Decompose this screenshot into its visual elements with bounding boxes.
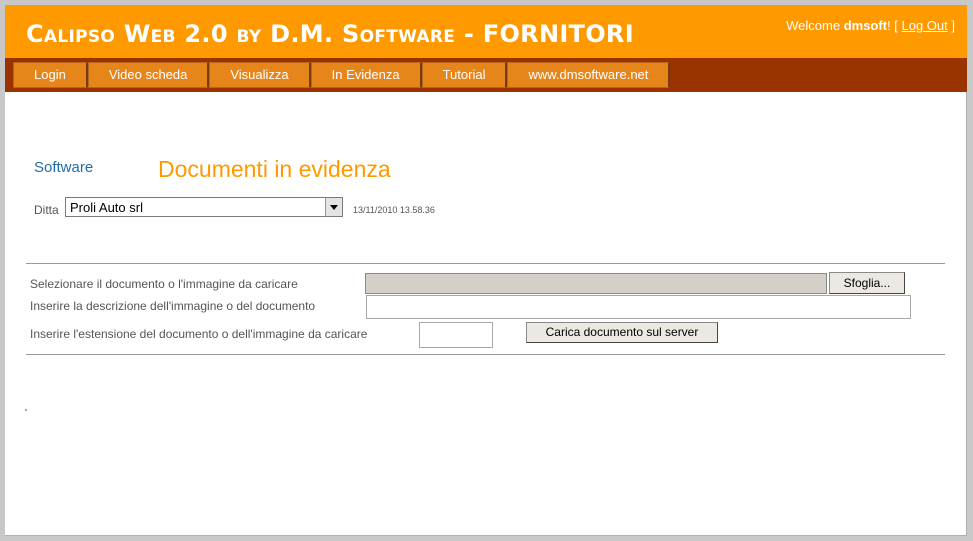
menu-item-login[interactable]: Login: [13, 62, 88, 88]
upload-button[interactable]: Carica documento sul server: [526, 322, 718, 343]
nav-menu: Login Video scheda Visualizza In Evidenz…: [13, 62, 671, 88]
ditta-label: Ditta: [34, 203, 59, 217]
extension-label: Inserire l'estensione del documento o de…: [30, 327, 368, 341]
site-title: Calipso Web 2.0 by D.M. Software - FORNI…: [26, 20, 634, 48]
extension-input[interactable]: [419, 322, 493, 348]
header: Calipso Web 2.0 by D.M. Software - FORNI…: [5, 5, 967, 58]
ditta-select-value: Proli Auto srl: [70, 200, 143, 215]
welcome-prefix: Welcome: [786, 18, 844, 33]
file-label: Selezionare il documento o l'immagine da…: [30, 277, 298, 291]
login-status: Welcome dmsoft! [ Log Out ]: [786, 18, 955, 33]
menu-item-visualizza[interactable]: Visualizza: [209, 62, 311, 88]
menu-item-dmsoftware[interactable]: www.dmsoftware.net: [507, 62, 671, 88]
decorative-dot: [25, 409, 27, 411]
bracket-close: ]: [947, 18, 955, 33]
divider-bottom: [26, 354, 945, 355]
page-container: Calipso Web 2.0 by D.M. Software - FORNI…: [5, 5, 967, 536]
ditta-select[interactable]: Proli Auto srl: [65, 197, 343, 217]
divider-top: [26, 263, 945, 264]
logout-link[interactable]: Log Out: [902, 18, 948, 33]
menu-item-in-evidenza[interactable]: In Evidenza: [310, 62, 422, 88]
menu-item-tutorial[interactable]: Tutorial: [421, 62, 508, 88]
timestamp: 13/11/2010 13.58.36: [353, 205, 435, 215]
username: dmsoft: [843, 18, 888, 33]
chevron-down-icon[interactable]: [325, 198, 342, 216]
description-input[interactable]: [366, 295, 911, 319]
file-path-input[interactable]: [365, 273, 827, 294]
welcome-suffix: ! [: [887, 18, 902, 33]
nav-menubar: Login Video scheda Visualizza In Evidenz…: [5, 58, 967, 92]
description-label: Inserire la descrizione dell'immagine o …: [30, 299, 316, 313]
page-title: Documenti in evidenza: [158, 156, 391, 182]
menu-item-video-scheda[interactable]: Video scheda: [87, 62, 210, 88]
software-label: Software: [34, 159, 94, 176]
browse-button[interactable]: Sfoglia...: [829, 272, 905, 294]
